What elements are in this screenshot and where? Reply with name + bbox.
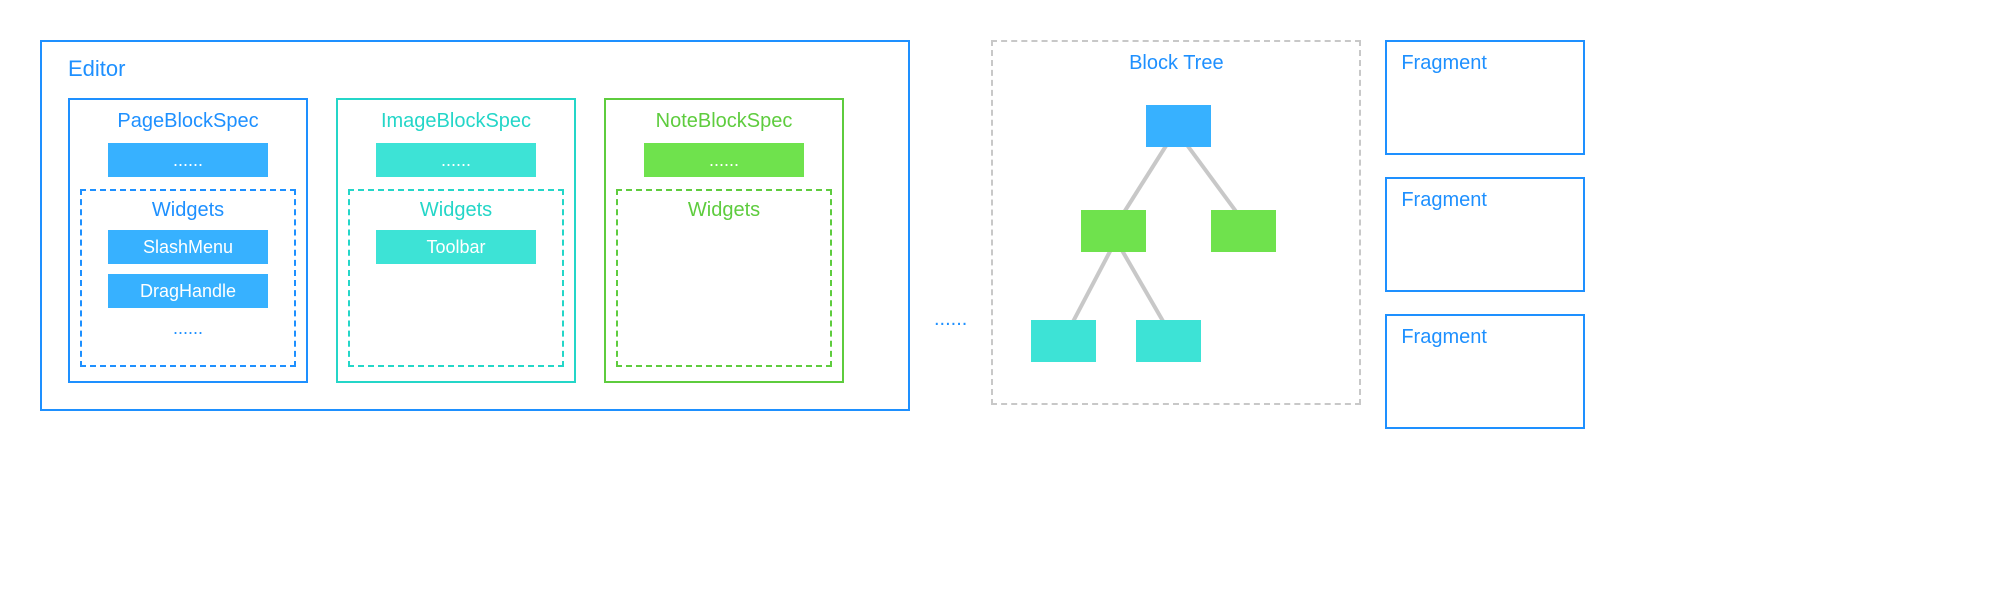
fragment-box: Fragment xyxy=(1385,177,1585,292)
widget-draghandle: DragHandle xyxy=(108,274,268,308)
tree-node-green xyxy=(1081,210,1146,252)
spec-note-widgets: Widgets xyxy=(616,189,832,367)
spec-page-title: PageBlockSpec xyxy=(80,110,296,133)
block-tree-container: Block Tree xyxy=(991,40,1361,405)
diagram-root: Editor PageBlockSpec ...... Widgets Slas… xyxy=(40,40,1960,429)
widget-slashmenu: SlashMenu xyxy=(108,230,268,264)
tree-node-teal xyxy=(1136,320,1201,362)
tree-node-green xyxy=(1211,210,1276,252)
fragment-box: Fragment xyxy=(1385,314,1585,429)
spec-note-pill: ...... xyxy=(644,143,804,177)
spec-note-widgets-title: Widgets xyxy=(628,199,820,222)
spec-image-widgets: Widgets Toolbar xyxy=(348,189,564,367)
spec-row: PageBlockSpec ...... Widgets SlashMenu D… xyxy=(68,98,882,383)
spec-note-title: NoteBlockSpec xyxy=(616,110,832,133)
spec-note: NoteBlockSpec ...... Widgets xyxy=(604,98,844,383)
spec-page-pill: ...... xyxy=(108,143,268,177)
editor-container: Editor PageBlockSpec ...... Widgets Slas… xyxy=(40,40,910,411)
block-tree-svg xyxy=(1006,85,1346,385)
spec-page-ellipsis: ...... xyxy=(92,318,284,339)
editor-title: Editor xyxy=(68,56,882,82)
tree-node-blue xyxy=(1146,105,1211,147)
block-tree-title: Block Tree xyxy=(1005,52,1347,75)
spec-image-title: ImageBlockSpec xyxy=(348,110,564,133)
gap-ellipsis: ...... xyxy=(934,308,967,331)
spec-image: ImageBlockSpec ...... Widgets Toolbar xyxy=(336,98,576,383)
spec-page: PageBlockSpec ...... Widgets SlashMenu D… xyxy=(68,98,308,383)
spec-page-widgets: Widgets SlashMenu DragHandle ...... xyxy=(80,189,296,367)
widget-toolbar: Toolbar xyxy=(376,230,536,264)
spec-image-pill: ...... xyxy=(376,143,536,177)
fragments-column: Fragment Fragment Fragment xyxy=(1385,40,1585,429)
spec-page-widgets-title: Widgets xyxy=(92,199,284,222)
spec-image-widgets-title: Widgets xyxy=(360,199,552,222)
fragment-box: Fragment xyxy=(1385,40,1585,155)
tree-node-teal xyxy=(1031,320,1096,362)
